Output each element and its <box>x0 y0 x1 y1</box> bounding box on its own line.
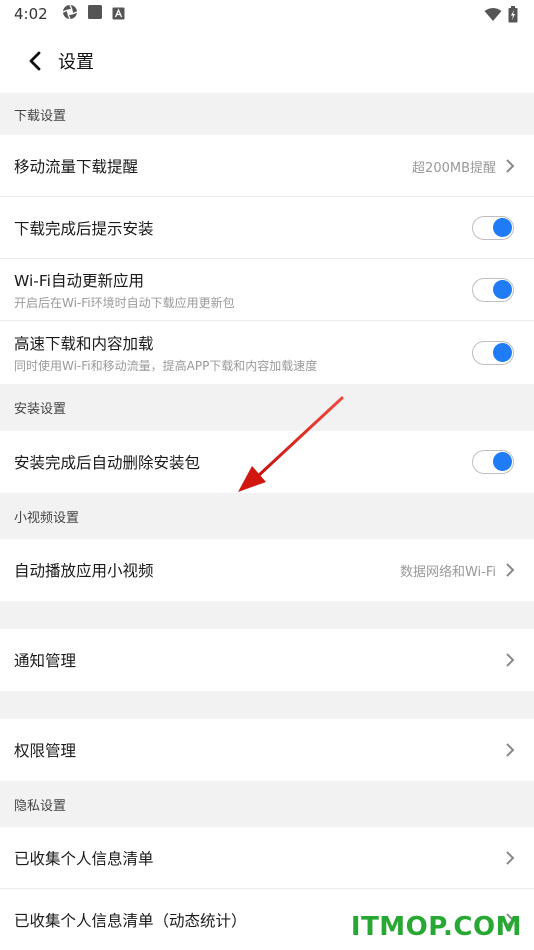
aperture-icon <box>62 4 78 24</box>
battery-charging-icon <box>508 6 518 27</box>
row-value: 数据网络和Wi-Fi <box>399 564 496 580</box>
row-subtitle: 同时使用Wi-Fi和移动流量，提高APP下载和内容加载速度 <box>14 358 318 373</box>
row-title: 已收集个人信息清单 <box>14 850 154 868</box>
status-time: 4:02 <box>14 5 48 23</box>
wifi-auto-update-row: Wi-Fi自动更新应用 开启后在Wi-Fi环境时自动下载应用更新包 <box>0 259 534 321</box>
high-speed-row: 高速下载和内容加载 同时使用Wi-Fi和移动流量，提高APP下载和内容加载速度 <box>0 321 534 384</box>
row-title: 移动流量下载提醒 <box>14 158 139 176</box>
chevron-right-icon <box>504 562 516 578</box>
prompt-install-toggle[interactable] <box>472 216 514 240</box>
chevron-right-icon <box>504 742 516 758</box>
personal-info-list-row[interactable]: 已收集个人信息清单 <box>0 827 534 889</box>
chevron-left-icon <box>29 51 41 70</box>
row-title: 通知管理 <box>14 652 77 670</box>
toggle-knob <box>493 280 512 299</box>
status-bar: 4:02 <box>0 0 534 28</box>
page-title: 设置 <box>58 51 94 73</box>
toggle-knob <box>493 218 512 237</box>
chevron-right-icon <box>504 158 516 174</box>
wifi-icon <box>484 7 502 26</box>
chevron-right-icon <box>504 652 516 668</box>
section-header-install: 安装设置 <box>0 384 534 431</box>
notification-row[interactable]: 通知管理 <box>0 629 534 691</box>
section-header-privacy: 隐私设置 <box>0 781 534 827</box>
row-title: 安装完成后自动删除安装包 <box>14 454 201 472</box>
permissions-row[interactable]: 权限管理 <box>0 719 534 781</box>
row-title: Wi-Fi自动更新应用 <box>14 272 144 290</box>
a-badge-icon <box>112 5 125 24</box>
section-gap <box>0 601 534 629</box>
toggle-knob <box>493 452 512 471</box>
mobile-data-reminder-row[interactable]: 移动流量下载提醒 超200MB提醒 <box>0 135 534 197</box>
watermark-logo: ITMOP.COM <box>350 912 522 942</box>
app-bar: 设置 <box>0 28 534 93</box>
back-button[interactable] <box>12 38 58 84</box>
row-title: 自动播放应用小视频 <box>14 562 154 580</box>
prompt-install-row: 下载完成后提示安装 <box>0 197 534 259</box>
row-value: 超200MB提醒 <box>412 160 496 176</box>
high-speed-toggle[interactable] <box>472 340 514 365</box>
section-header-download: 下载设置 <box>0 93 534 135</box>
autoplay-video-row[interactable]: 自动播放应用小视频 数据网络和Wi-Fi <box>0 539 534 601</box>
toggle-knob <box>493 342 512 362</box>
row-subtitle: 开启后在Wi-Fi环境时自动下载应用更新包 <box>14 296 235 310</box>
chevron-right-icon <box>504 850 516 866</box>
section-gap <box>0 691 534 719</box>
wifi-auto-update-toggle[interactable] <box>472 278 514 302</box>
row-title: 权限管理 <box>14 742 77 760</box>
section-header-short-video: 小视频设置 <box>0 493 534 539</box>
auto-delete-package-row: 安装完成后自动删除安装包 <box>0 431 534 493</box>
auto-delete-package-toggle[interactable] <box>472 450 514 474</box>
row-title: 下载完成后提示安装 <box>14 220 154 238</box>
row-title: 高速下载和内容加载 <box>14 334 154 353</box>
square-icon <box>87 4 103 24</box>
